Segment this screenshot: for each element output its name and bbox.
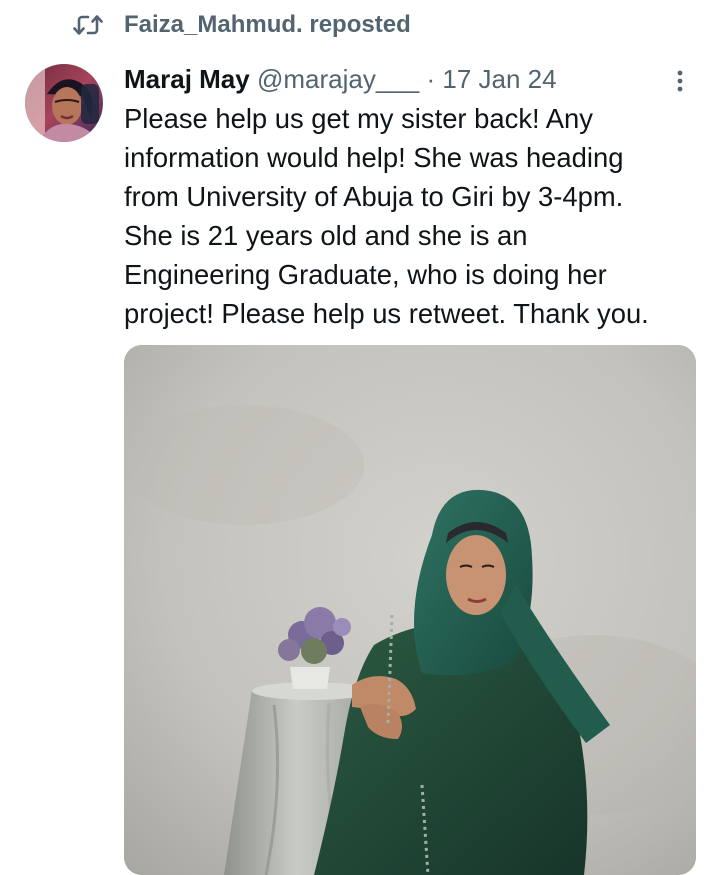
tweet-text-line: Please help us get my sister back! Any	[124, 103, 593, 134]
tweet-media-photo[interactable]	[124, 345, 696, 875]
author-name[interactable]: Maraj May	[124, 64, 250, 94]
repost-label[interactable]: Faiza_Mahmud. reposted	[124, 10, 411, 40]
tweet-text-line: information would help! She was heading	[124, 142, 624, 173]
tweet-text-line: She is 21 years old and she is an	[124, 220, 528, 251]
avatar[interactable]	[25, 64, 103, 142]
tweet-text-line: Engineering Graduate, who is doing her	[124, 259, 607, 290]
tweet-text: Please help us get my sister back! Any i…	[124, 99, 710, 333]
repost-icon	[73, 14, 103, 36]
timestamp[interactable]: 17 Jan 24	[442, 64, 556, 94]
more-options-button[interactable]	[672, 66, 688, 96]
repost-context: Faiza_Mahmud. reposted	[0, 8, 710, 42]
more-vertical-icon	[677, 70, 683, 92]
tweet-text-line: project! Please help us retweet. Thank y…	[124, 298, 649, 329]
author-handle[interactable]: @marajay___	[257, 64, 419, 94]
separator-dot: ·	[426, 64, 436, 94]
photo-woman-green-hijab	[124, 345, 696, 875]
tweet-text-line: from University of Abuja to Giri by 3-4p…	[124, 181, 624, 212]
tweet-header: Maraj May @marajay___ · 17 Jan 24	[124, 62, 684, 96]
